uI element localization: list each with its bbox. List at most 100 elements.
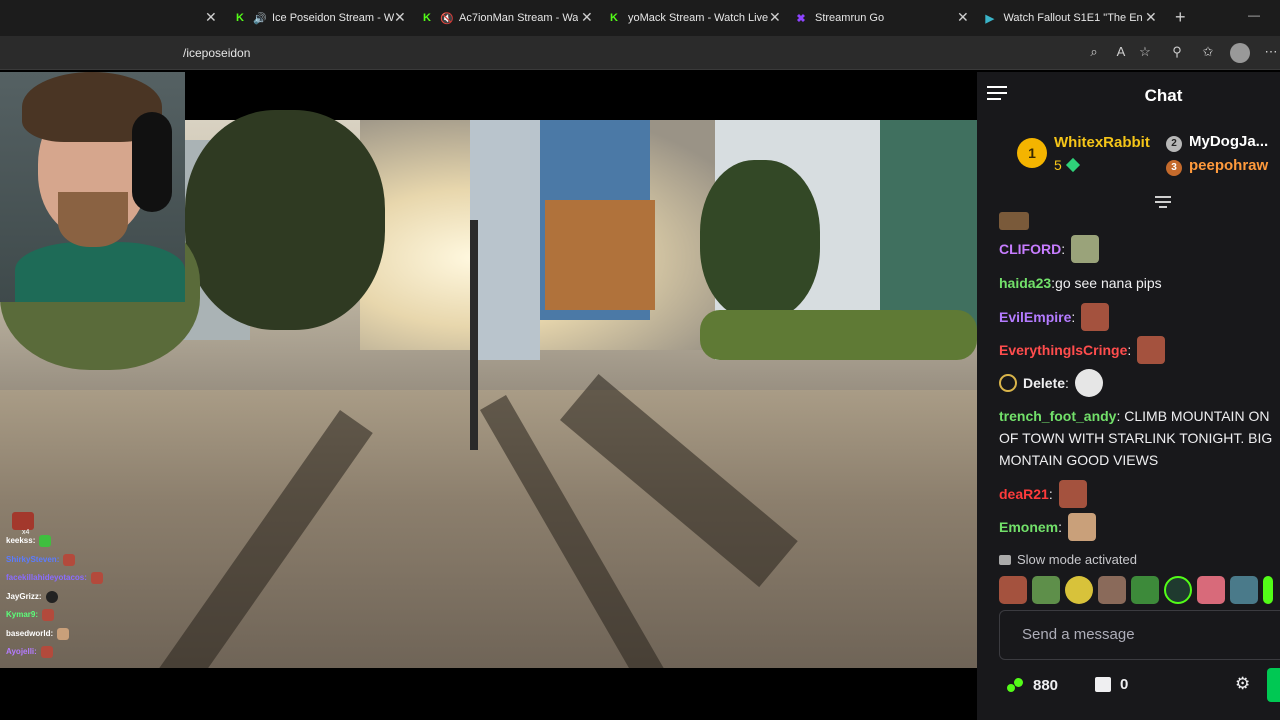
tab-close-icon[interactable]: ✕ — [1145, 9, 1157, 25]
tab-title: Streamrun Go — [815, 12, 885, 24]
chat-message: trench_foot_andy: CLIMB MOUNTAIN ON OF T… — [999, 408, 1273, 468]
overlay-chat-line: JayGrizz: — [6, 588, 156, 607]
webcam-beard — [58, 192, 128, 247]
tab-close-icon[interactable]: ✕ — [581, 9, 593, 25]
overlay-chat-line: facekillahideyotacos: — [6, 569, 156, 588]
overlay-chat-line: ShirkySteven: — [6, 551, 156, 570]
tab-ice-poseidon[interactable]: K 🔊 Ice Poseidon Stream - W — [234, 6, 394, 30]
channel-points[interactable]: 880 — [1007, 676, 1058, 694]
chat-message: Emonem: — [999, 510, 1280, 543]
emote-icon[interactable] — [1065, 576, 1093, 604]
emote-icon — [1081, 302, 1110, 331]
headset-icon — [132, 112, 172, 212]
emote-icon — [40, 646, 53, 659]
emote-icon — [90, 572, 103, 585]
store-button[interactable]: 0 — [1095, 676, 1128, 693]
emote-icon[interactable] — [999, 576, 1027, 604]
tab-ac7ionman[interactable]: K 🔇 Ac7ionMan Stream - Wa — [421, 6, 579, 30]
chat-input[interactable]: Send a message — [999, 610, 1280, 660]
points-icon — [1007, 676, 1025, 694]
chat-title: Chat — [1144, 86, 1183, 105]
emote-icon — [1058, 479, 1087, 508]
webcam-overlay — [0, 72, 185, 302]
streamrun-icon: ✖ — [796, 12, 806, 25]
emote-icon[interactable] — [1032, 576, 1060, 604]
minimize-button[interactable]: — — [1248, 8, 1260, 22]
badge-icon — [999, 374, 1017, 392]
gear-icon[interactable]: ⚙ — [1235, 674, 1250, 694]
chat-message: EvilEmpire: — [999, 300, 1280, 333]
extensions-icon[interactable]: ⚲ — [1168, 44, 1186, 60]
muted-speaker-icon: 🔇 — [440, 12, 454, 25]
zoom-icon[interactable]: ⌕ — [1085, 44, 1103, 60]
video-building — [470, 120, 540, 360]
gift-icon — [1065, 157, 1080, 173]
rank-2-badge-icon: 2 — [1166, 136, 1182, 152]
browser-tab-bar: ✕ K 🔊 Ice Poseidon Stream - W ✕ K 🔇 Ac7i… — [0, 0, 1280, 36]
video-controls-area — [0, 668, 977, 720]
chat-header: Chat — [977, 72, 1280, 118]
leaderboard-first-count: 5 — [1054, 157, 1080, 173]
chat-leaderboard: 1 WhitexRabbit 5 2 MyDogJa... 3 peepohra… — [977, 118, 1280, 190]
video-player[interactable]: x4 keekss: ShirkySteven: facekillahideyo… — [0, 72, 977, 668]
emote-icon — [63, 553, 76, 566]
emote-icon[interactable] — [1230, 576, 1258, 604]
tab-title: yoMack Stream - Watch Live — [627, 12, 768, 24]
chat-message: CLIFORD: — [999, 232, 1280, 266]
emote-icon — [45, 590, 58, 603]
leaderboard-second-name[interactable]: MyDogJa... — [1189, 133, 1268, 150]
tab-title: Ac7ionMan Stream - Wa — [459, 12, 579, 24]
tab-streamrun[interactable]: ✖ Streamrun Go — [795, 6, 945, 30]
video-tree — [185, 110, 385, 330]
chat-message: EverythingIsCringe: — [999, 333, 1280, 366]
tab-close-icon[interactable]: ✕ — [394, 9, 406, 25]
address-bar: /iceposeidon ⌕ A ☆ ⚲ ✩ ⋯ — [0, 36, 1280, 70]
chat-send-button[interactable] — [1267, 668, 1280, 702]
speaker-icon: 🔊 — [253, 12, 267, 25]
profile-icon[interactable] — [1230, 43, 1250, 63]
tab-close-icon[interactable]: ✕ — [769, 9, 781, 25]
overlay-chat-line: Ayojelli: — [6, 643, 156, 662]
emote-icon — [57, 627, 70, 640]
emote-icon — [1068, 512, 1097, 541]
new-tab-button[interactable]: + — [1175, 7, 1186, 28]
leaderboard-first-name[interactable]: WhitexRabbit — [1054, 134, 1150, 151]
overlay-chat-line: basedworld: — [6, 625, 156, 644]
stream-overlay-chat: x4 keekss: ShirkySteven: facekillahideyo… — [6, 512, 156, 662]
more-icon[interactable]: ⋯ — [1262, 44, 1280, 60]
tab-close-icon[interactable]: ✕ — [205, 9, 217, 25]
expand-leaderboard-icon[interactable] — [1155, 196, 1171, 211]
overlay-chat-line: Kymar9: — [6, 606, 156, 625]
emote-icon[interactable] — [1164, 576, 1192, 604]
rank-3-badge-icon: 3 — [1166, 160, 1182, 176]
emote-icon[interactable] — [1131, 576, 1159, 604]
chat-panel: Chat 1 WhitexRabbit 5 2 MyDogJa... 3 pee… — [977, 72, 1280, 720]
quick-emote-bar — [999, 576, 1278, 604]
read-aloud-icon[interactable]: A — [1112, 44, 1130, 59]
rank-1-badge-icon: 1 — [1017, 138, 1047, 168]
chat-message: deaR21: — [999, 477, 1280, 510]
emote-icon[interactable] — [1197, 576, 1225, 604]
emote-icon[interactable] — [1263, 576, 1273, 604]
chat-messages: CLIFORD: haida23: go see nana pips EvilE… — [999, 212, 1280, 543]
favorites-bar-icon[interactable]: ✩ — [1199, 44, 1217, 60]
tab-close-icon[interactable]: ✕ — [957, 9, 969, 25]
tab-yomack[interactable]: K yoMack Stream - Watch Live — [608, 6, 768, 30]
tab-title: Ice Poseidon Stream - W — [271, 12, 394, 24]
emote-icon — [999, 212, 1029, 230]
slow-mode-notice: Slow mode activated — [999, 552, 1137, 567]
chat-message: Delete: — [999, 366, 1280, 400]
video-lamp-post — [470, 220, 478, 450]
chat-message: haida23: go see nana pips — [999, 275, 1162, 291]
favorite-icon[interactable]: ☆ — [1136, 44, 1154, 60]
leaderboard-third-name[interactable]: peepohraw — [1189, 157, 1268, 174]
tab-fallout[interactable]: ▶ Watch Fallout S1E1 "The End — [984, 6, 1142, 30]
play-icon: ▶ — [985, 12, 994, 25]
emote-icon — [1137, 335, 1166, 364]
kick-icon: K — [423, 12, 431, 24]
url-text[interactable]: /iceposeidon — [183, 46, 250, 60]
kick-icon: K — [236, 12, 244, 24]
video-building — [545, 200, 655, 310]
emote-icon[interactable] — [1098, 576, 1126, 604]
video-hedge — [700, 310, 977, 360]
